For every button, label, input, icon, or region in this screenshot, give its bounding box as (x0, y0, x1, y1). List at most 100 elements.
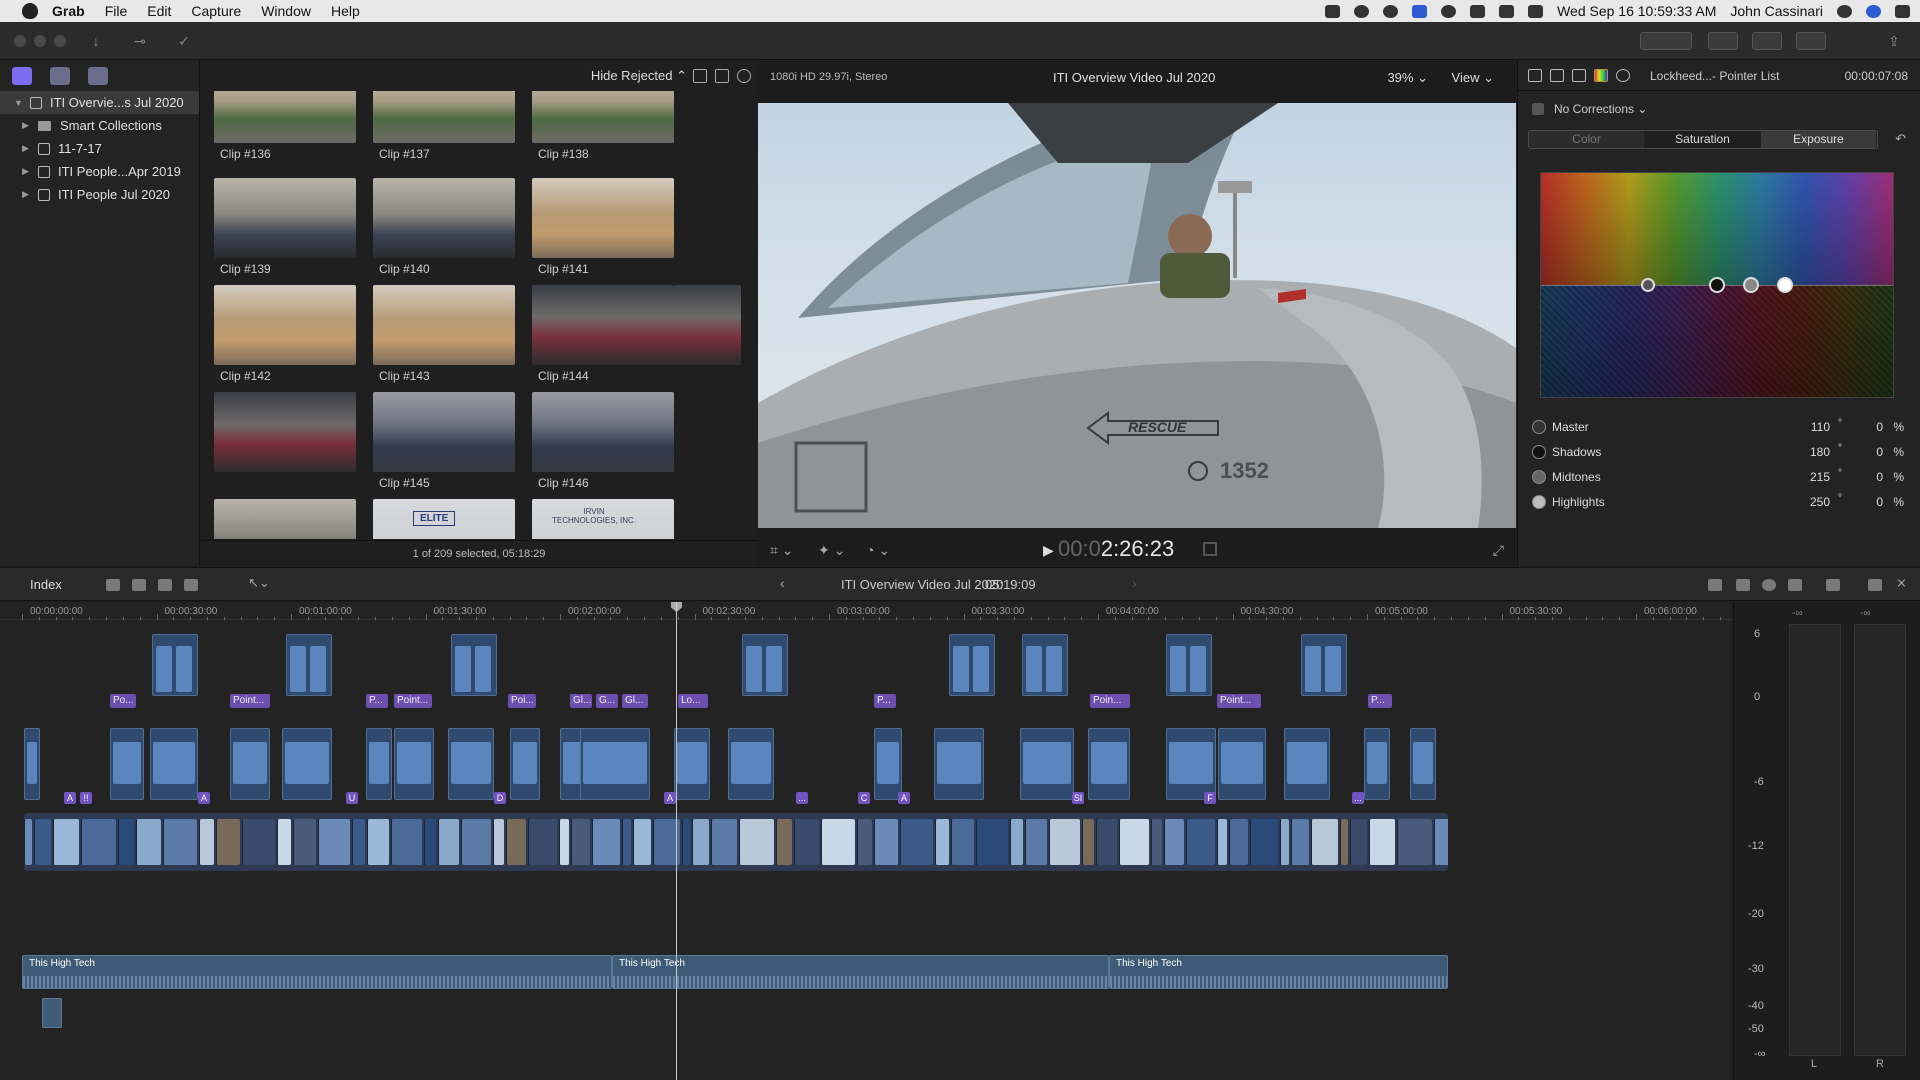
music-clip[interactable]: This High Tech (22, 955, 612, 989)
bluetooth-icon[interactable] (1470, 4, 1486, 18)
disclosure-open-icon[interactable]: ▼ (14, 98, 24, 108)
timeline-index-button[interactable]: Index (30, 577, 62, 592)
clip-thumbnail[interactable]: ELITE (373, 499, 515, 539)
storyline-clip[interactable] (739, 819, 774, 865)
color-inspector-icon[interactable] (1594, 69, 1608, 82)
marker[interactable]: A (64, 792, 76, 804)
list-view-icon[interactable] (693, 69, 707, 83)
storyline-clip[interactable] (1397, 819, 1432, 865)
storyline-clip[interactable] (1340, 819, 1348, 865)
photos-audio-icon[interactable] (50, 67, 70, 85)
connected-clip-thumb[interactable] (1169, 742, 1213, 784)
title-inspector-icon[interactable] (1528, 69, 1542, 82)
connected-clip-thumb[interactable] (877, 742, 899, 784)
titles-generators-icon[interactable] (88, 67, 108, 85)
storyline-clip[interactable] (493, 819, 504, 865)
storyline-clip[interactable] (776, 819, 792, 865)
app-status-icon[interactable] (1412, 4, 1428, 18)
connected-clip[interactable] (290, 646, 306, 692)
marker[interactable]: U (346, 792, 358, 804)
storyline-clip[interactable] (1311, 819, 1338, 865)
clip-thumbnail[interactable]: Clip #146 (532, 392, 674, 490)
audio-meter-toggle-icon[interactable] (1203, 542, 1217, 556)
smart-collections-folder[interactable]: ▶ Smart Collections (0, 114, 199, 137)
corrections-popup[interactable]: No Corrections ⌄ (1554, 102, 1647, 116)
marker[interactable]: A (898, 792, 910, 804)
connected-clip[interactable] (746, 646, 762, 692)
storyline-clip[interactable] (571, 819, 590, 865)
search-icon[interactable] (737, 69, 751, 83)
playhead[interactable] (676, 602, 677, 1080)
creative-cloud-icon[interactable] (1383, 4, 1399, 18)
viewer-zoom-popup[interactable]: 39% ⌄ (1387, 70, 1428, 86)
master-degrees[interactable]: 110 (1811, 420, 1830, 434)
highlights-puck[interactable] (1777, 277, 1793, 293)
midtones-degrees[interactable]: 215 (1810, 470, 1830, 484)
connected-clip[interactable] (766, 646, 782, 692)
connected-clip[interactable] (1325, 646, 1341, 692)
overwrite-clip-icon[interactable] (184, 579, 198, 591)
airplay-icon[interactable] (1528, 4, 1544, 18)
forward-arrow-icon[interactable]: › (1132, 575, 1146, 591)
show-timeline-button[interactable] (1752, 32, 1782, 50)
connected-clip-thumb[interactable] (1221, 742, 1263, 784)
connected-clip[interactable] (176, 646, 192, 692)
clip-thumbnail[interactable]: Clip #142 (214, 285, 356, 383)
title-clip[interactable]: Point... (394, 694, 432, 708)
connected-clip-thumb[interactable] (369, 742, 389, 784)
retime-icon[interactable]: ◔ ⌄ (866, 542, 890, 559)
title-clip[interactable]: Gl... (622, 694, 648, 708)
play-icon[interactable]: ▶ (1043, 542, 1054, 559)
storyline-clip[interactable] (391, 819, 422, 865)
menu-file[interactable]: File (105, 3, 128, 19)
timecode-display[interactable]: 00:02:26:23 (1058, 536, 1174, 562)
storyline-clip[interactable] (821, 819, 855, 865)
filter-popup[interactable]: Hide Rejected ⌃ (591, 68, 687, 84)
midtones-puck[interactable] (1743, 277, 1759, 293)
tab-saturation[interactable]: Saturation (1645, 131, 1761, 148)
disclosure-closed-icon[interactable]: ▶ (22, 189, 32, 200)
storyline-clip[interactable] (528, 819, 557, 865)
time-machine-icon[interactable] (1441, 4, 1457, 18)
storyline-clip[interactable] (976, 819, 1008, 865)
clip-thumbnail[interactable]: Clip #137 (373, 91, 515, 161)
storyline-clip[interactable] (1082, 819, 1094, 865)
storyline-clip[interactable] (438, 819, 459, 865)
storyline-clip[interactable] (136, 819, 161, 865)
storyline-clip[interactable] (1229, 819, 1248, 865)
menu-capture[interactable]: Capture (191, 3, 241, 19)
minimize-window-button[interactable] (34, 35, 46, 47)
connected-clip[interactable] (156, 646, 172, 692)
storyline-clip[interactable] (682, 819, 690, 865)
video-inspector-icon[interactable] (1572, 69, 1586, 82)
title-clip[interactable]: P... (874, 694, 896, 708)
clip-thumbnail[interactable]: Clip #143 (373, 285, 515, 383)
connected-clip[interactable] (455, 646, 471, 692)
storyline-clip[interactable] (1096, 819, 1117, 865)
connected-clip-thumb[interactable] (1091, 742, 1127, 784)
zoom-window-button[interactable] (54, 35, 66, 47)
info-inspector-icon[interactable] (1616, 69, 1630, 82)
storyline-clip[interactable] (461, 819, 491, 865)
title-clip[interactable]: G... (596, 694, 618, 708)
text-inspector-icon[interactable] (1550, 69, 1564, 82)
show-inspector-button[interactable] (1796, 32, 1826, 50)
storyline-clip[interactable] (53, 819, 79, 865)
storyline-clip[interactable] (692, 819, 709, 865)
storyline-clip[interactable] (24, 819, 32, 865)
event-11-7-17[interactable]: ▶ 11-7-17 (0, 137, 199, 160)
storyline-clip[interactable] (1151, 819, 1162, 865)
enhance-icon[interactable]: ✦ ⌄ (818, 542, 845, 559)
notification-center-icon[interactable] (1895, 4, 1910, 18)
clip-thumbnail[interactable]: Clip #145 (373, 392, 515, 490)
connected-clip-thumb[interactable] (113, 742, 141, 784)
marker[interactable]: F (1204, 792, 1216, 804)
music-clip[interactable]: This High Tech (1109, 955, 1448, 989)
storyline-clip[interactable] (794, 819, 819, 865)
clip-appearance-icon[interactable] (715, 69, 729, 83)
title-clip[interactable]: Point... (1217, 694, 1261, 708)
clip-thumbnail[interactable]: Clip #141 (532, 178, 674, 276)
connected-clip-thumb[interactable] (677, 742, 707, 784)
timeline-ruler[interactable]: 00:00:00:00 00:00:30:00 00:01:00:00 00:01:3… (0, 602, 1732, 620)
back-arrow-icon[interactable]: ‹ (780, 575, 794, 591)
